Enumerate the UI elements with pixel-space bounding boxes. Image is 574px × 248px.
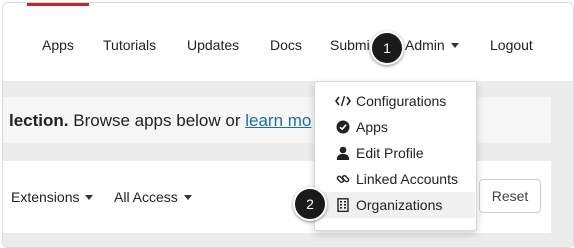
banner-bold-text: lection. (9, 111, 69, 130)
apps-badge-icon (335, 120, 351, 134)
link-icon (335, 172, 351, 186)
nav-admin-label: Admin (405, 37, 445, 53)
nav-docs[interactable]: Docs (270, 37, 302, 53)
nav-apps[interactable]: Apps (42, 37, 74, 53)
menu-item-organizations[interactable]: Organizations (316, 192, 475, 218)
banner-body-text: Browse apps below or (68, 111, 246, 130)
step-callout-1: 1 (370, 31, 404, 65)
chevron-down-icon (450, 42, 459, 48)
menu-item-configurations[interactable]: Configurations (316, 88, 475, 114)
menu-item-label: Configurations (356, 93, 447, 109)
menu-item-label: Edit Profile (356, 145, 424, 161)
nav-admin-dropdown[interactable]: Admin (405, 37, 459, 53)
banner-text: lection. Browse apps below or learn mo (9, 111, 311, 131)
nav-tutorials[interactable]: Tutorials (103, 37, 156, 53)
reset-button[interactable]: Reset (479, 179, 541, 213)
user-icon (335, 146, 351, 160)
chevron-down-icon (85, 194, 94, 200)
menu-item-label: Linked Accounts (356, 171, 458, 187)
nav-submit[interactable]: Submi (330, 37, 370, 53)
menu-item-linked-accounts[interactable]: Linked Accounts (316, 166, 475, 192)
admin-dropdown-menu: Configurations Apps Edit Profile Linked … (314, 81, 477, 231)
nav-logout[interactable]: Logout (490, 37, 533, 53)
menu-item-edit-profile[interactable]: Edit Profile (316, 140, 475, 166)
extensions-filter-dropdown[interactable]: Extensions (11, 189, 94, 205)
extensions-filter-label: Extensions (11, 189, 80, 205)
main-content: lection. Browse apps below or learn mo E… (3, 81, 573, 247)
nav-updates[interactable]: Updates (187, 37, 239, 53)
top-navbar: Apps Tutorials Updates Docs Submi Admin … (3, 3, 573, 79)
active-tab-indicator (27, 3, 89, 6)
menu-item-label: Apps (356, 119, 388, 135)
access-filter-dropdown[interactable]: All Access (114, 189, 192, 205)
chevron-down-icon (183, 194, 192, 200)
step-callout-2: 2 (293, 187, 327, 221)
building-icon (335, 198, 351, 212)
learn-more-link[interactable]: learn mo (245, 111, 311, 130)
app-window: Apps Tutorials Updates Docs Submi Admin … (2, 2, 574, 248)
access-filter-label: All Access (114, 189, 178, 205)
menu-item-label: Organizations (356, 197, 443, 213)
menu-item-apps[interactable]: Apps (316, 114, 475, 140)
code-icon (335, 95, 351, 107)
